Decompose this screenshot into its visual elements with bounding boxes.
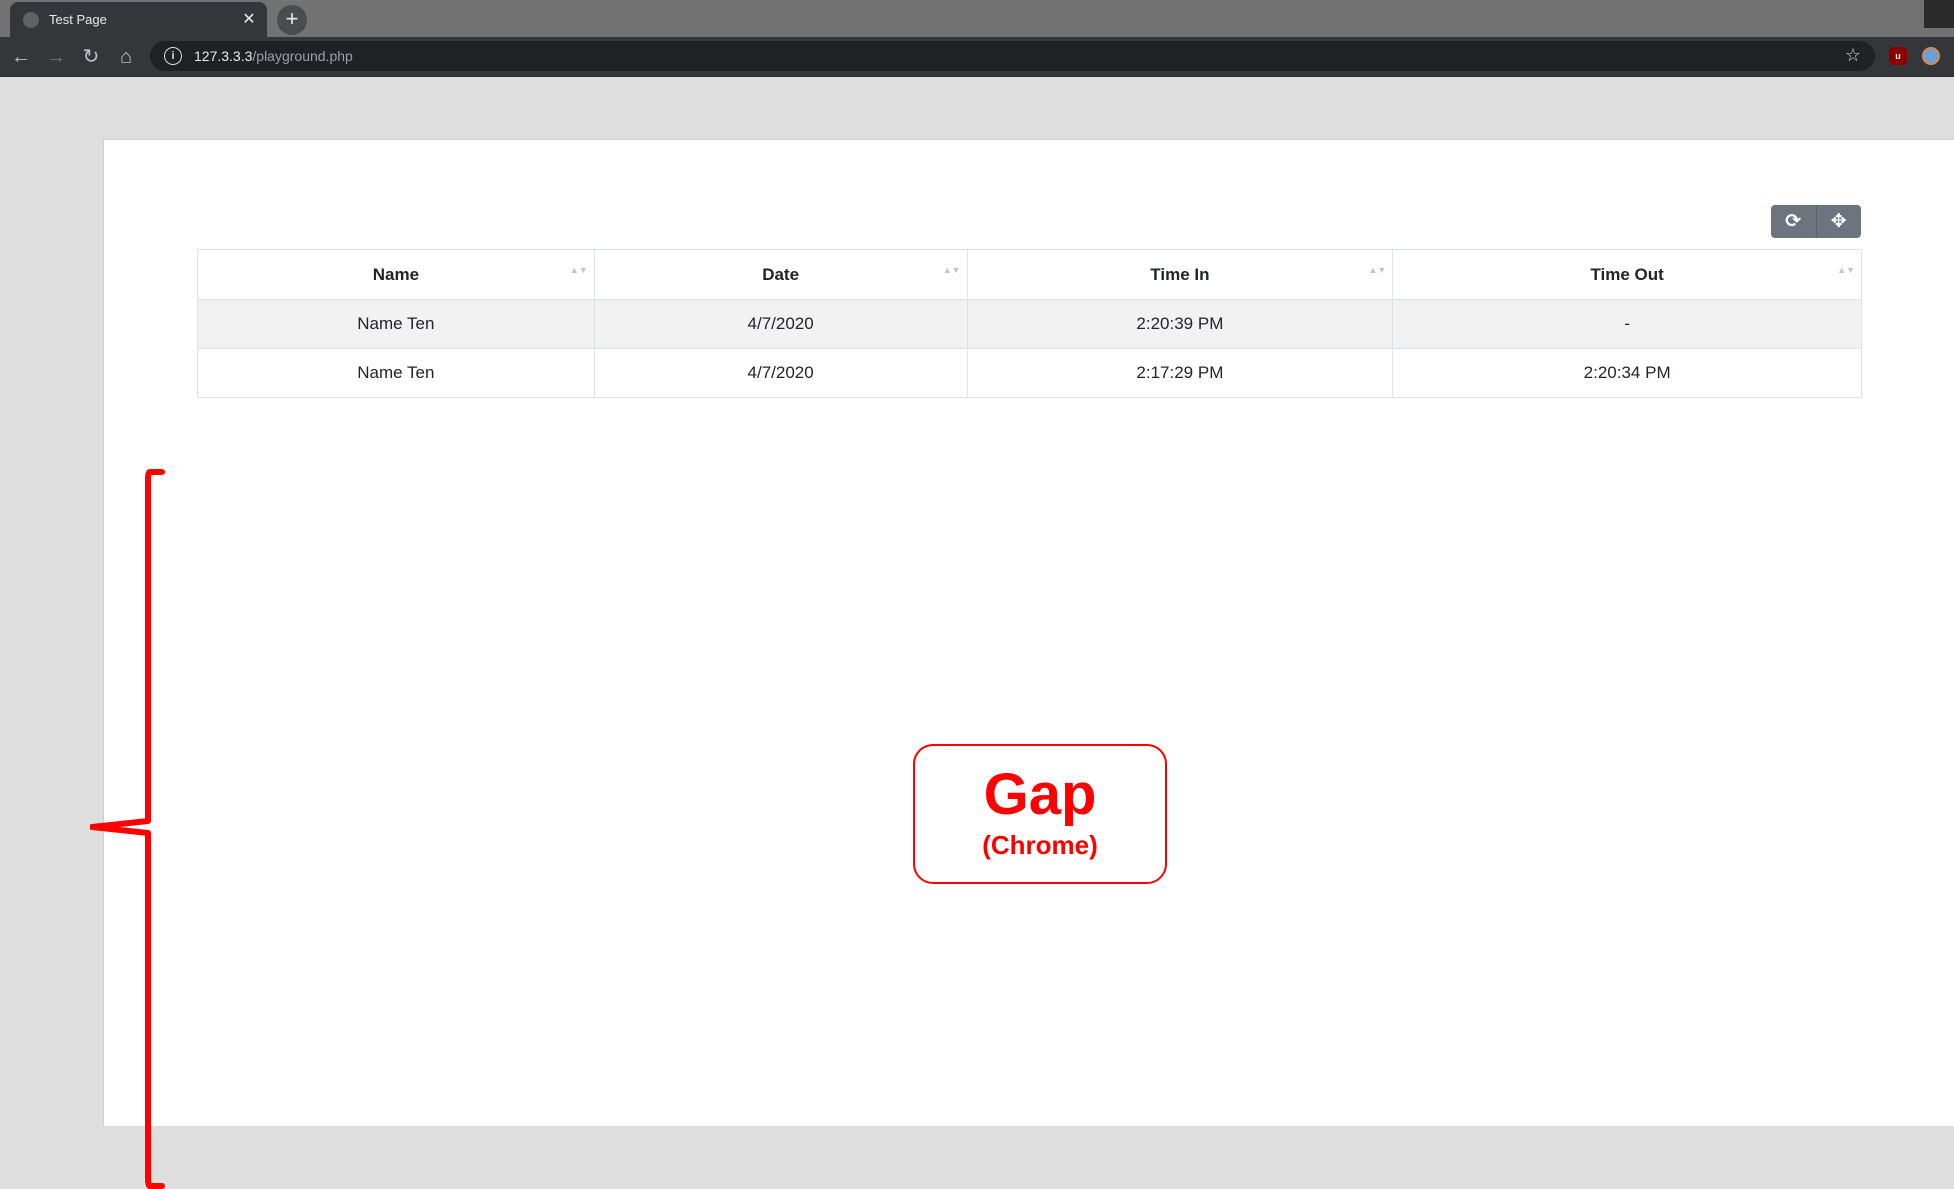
window-minimize-button[interactable] [1924, 0, 1954, 28]
globe-icon [23, 11, 39, 28]
sort-icon: ▲▼ [569, 265, 588, 275]
column-header-label: Date [762, 264, 800, 284]
table-cell: 2:20:34 PM [1392, 348, 1862, 398]
sort-icon: ▲▼ [942, 265, 961, 275]
sort-icon: ▲▼ [1368, 265, 1387, 275]
info-icon[interactable]: i [164, 47, 182, 65]
page-viewport: ⟳ ✥ Name ▲▼ Date ▲▼ Time In ▲▼ Time Out … [0, 77, 1954, 1189]
gap-bracket [90, 469, 165, 1189]
tab-strip: Test Page ✕ + [0, 0, 1954, 37]
gap-title: Gap [983, 762, 1097, 827]
back-arrow-icon[interactable]: ← [7, 43, 35, 71]
url-path: /playground.php [252, 48, 353, 64]
table-row[interactable]: Name Ten 4/7/2020 2:20:39 PM - [197, 299, 1862, 349]
table-header-row: Name ▲▼ Date ▲▼ Time In ▲▼ Time Out ▲▼ [197, 249, 1862, 300]
ublock-extension-icon[interactable]: u [1889, 47, 1907, 65]
star-icon[interactable]: ☆ [1845, 45, 1861, 66]
column-header-label: Time In [1150, 264, 1210, 284]
browser-chrome: Test Page ✕ + ← → ↻ ⌂ i 127.3.3.3/playgr… [0, 0, 1954, 77]
extension-icon[interactable] [1922, 47, 1940, 65]
table-toolbar: ⟳ ✥ [1771, 205, 1861, 238]
refresh-icon[interactable]: ⟳ [1771, 205, 1816, 238]
column-header-label: Time Out [1590, 264, 1664, 284]
move-icon[interactable]: ✥ [1815, 205, 1862, 238]
content-card: ⟳ ✥ Name ▲▼ Date ▲▼ Time In ▲▼ Time Out … [103, 139, 1954, 1126]
column-header-label: Name [372, 264, 420, 284]
column-header-time-in[interactable]: Time In ▲▼ [966, 249, 1394, 300]
new-tab-button[interactable]: + [277, 5, 307, 35]
gap-subtitle: (Chrome) [982, 830, 1098, 860]
browser-toolbar: ← → ↻ ⌂ i 127.3.3.3/playground.php ☆ u [0, 37, 1954, 77]
reload-icon[interactable]: ↻ [77, 43, 105, 71]
column-header-name[interactable]: Name ▲▼ [197, 249, 595, 300]
column-header-date[interactable]: Date ▲▼ [593, 249, 968, 300]
gap-annotation: Gap (Chrome) [913, 744, 1167, 884]
sort-icon: ▲▼ [1837, 265, 1855, 275]
table-cell: 4/7/2020 [593, 348, 968, 398]
column-header-time-out[interactable]: Time Out ▲▼ [1392, 249, 1862, 300]
table-cell: 2:20:39 PM [966, 299, 1394, 349]
table-cell: 4/7/2020 [593, 299, 968, 349]
table-cell: Name Ten [197, 348, 595, 398]
table-cell: - [1392, 299, 1862, 349]
home-icon[interactable]: ⌂ [112, 43, 140, 71]
url-text[interactable]: 127.3.3.3/playground.php [194, 48, 353, 64]
tab-title: Test Page [49, 12, 107, 27]
address-bar[interactable]: i 127.3.3.3/playground.php ☆ [150, 41, 1875, 71]
url-host: 127.3.3.3 [194, 48, 253, 64]
close-icon[interactable]: ✕ [239, 10, 259, 30]
attendance-table: Name ▲▼ Date ▲▼ Time In ▲▼ Time Out ▲▼ N… [197, 249, 1862, 398]
table-cell: 2:17:29 PM [966, 348, 1394, 398]
tab-test-page[interactable]: Test Page ✕ [10, 2, 267, 37]
forward-arrow-icon[interactable]: → [42, 43, 70, 71]
table-row[interactable]: Name Ten 4/7/2020 2:17:29 PM 2:20:34 PM [197, 348, 1862, 398]
table-cell: Name Ten [197, 299, 595, 349]
